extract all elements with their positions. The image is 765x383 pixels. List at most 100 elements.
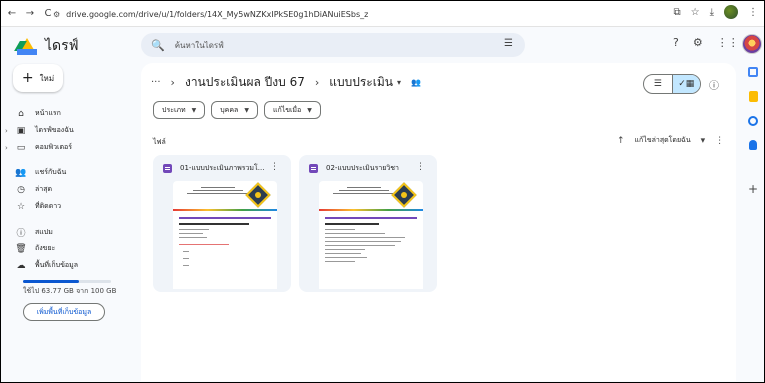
chip-label: บุคคล [220,105,239,114]
sidebar-item-spam[interactable]: ⓘ สแปม [15,226,125,239]
drive-window: ← → C ⚙ drive.google.com/drive/u/1/folde… [0,0,765,383]
search-box[interactable]: 🔍 ค้นหาในไดรฟ์ ☰ [141,33,525,57]
sidebar-item-shared[interactable]: 👥 แชร์กับฉัน [15,167,125,178]
add-addon-plus-icon[interactable]: + [748,182,758,196]
install-app-icon[interactable]: ⧉ [673,7,680,18]
browser-actions: ⧉ ☆ ⤓ ⋮ [673,5,758,19]
google-forms-icon [163,163,172,173]
site-settings-icon[interactable]: ⚙ [53,10,60,19]
grid-view-button[interactable]: ✓▦ [671,75,700,93]
browser-profile-avatar[interactable] [724,5,738,19]
star-icon: ☆ [16,201,26,212]
chevron-down-icon: ▼ [307,106,312,114]
files-section-label: ไฟล์ [153,138,166,146]
home-icon: ⌂ [18,108,24,119]
breadcrumb-more-button[interactable]: ··· [151,77,161,88]
calendar-icon[interactable] [748,67,758,77]
list-view-button[interactable]: ☰ [644,75,672,93]
file-more-options-icon[interactable]: ⋮ [416,162,425,172]
bookmark-star-icon[interactable]: ☆ [691,7,700,18]
shared-folder-icon: 👥 [410,78,421,87]
clock-icon: ◷ [17,184,25,195]
storage-usage-fill [23,280,80,283]
filter-type-chip[interactable]: ประเภท ▼ [153,101,206,119]
sidebar-item-label: แชร์กับฉัน [35,168,67,176]
chip-label: แก้ไขเมื่อ [272,105,302,114]
sort-direction-arrow-icon[interactable]: ↑ [617,136,625,146]
file-title: 02-แบบประเมินรายวิชา [326,163,399,172]
storage-usage-bar [23,280,111,283]
breadcrumb-parent-folder[interactable]: งานประเมินผล ปีงบ 67 [185,73,305,92]
download-icon[interactable]: ⤓ [710,7,714,18]
sidebar-item-label: พื้นที่เก็บข้อมูล [35,261,78,269]
header-actions: ? ⚙ ⋮⋮ [673,36,739,49]
account-avatar[interactable] [742,34,762,54]
settings-gear-icon[interactable]: ⚙ [693,36,703,49]
plus-icon: + [21,70,34,86]
sidebar-item-home[interactable]: ⌂ หน้าแรก [15,108,125,119]
drive-logo-area[interactable]: ไดรฟ์ [14,35,79,57]
file-thumbnail [319,181,423,289]
sidebar-item-starred[interactable]: ☆ ที่ติดดาว [15,201,125,212]
file-title: 01-แบบประเมินภาพรวมโ... [180,163,265,172]
sidebar-item-storage[interactable]: ☁ พื้นที่เก็บข้อมูล [15,260,125,271]
tasks-icon[interactable] [748,116,758,126]
file-thumbnail [173,181,277,289]
info-icon[interactable]: ⓘ [709,77,719,92]
search-input[interactable]: ค้นหาในไดรฟ์ [175,39,224,52]
sidebar-item-label: ล่าสุด [35,185,53,193]
chevron-down-icon: ▼ [191,106,197,114]
chevron-down-icon: ▼ [244,106,249,114]
back-icon[interactable]: ← [5,7,19,21]
google-forms-icon [309,163,318,173]
chevron-down-icon[interactable]: ▾ [397,78,401,87]
sidebar-item-label: หน้าแรก [35,109,61,117]
keep-icon[interactable] [748,91,758,102]
forward-icon[interactable]: → [23,7,37,21]
help-icon[interactable]: ? [673,36,679,49]
sidebar-item-my-drive[interactable]: › ▣ ไดรฟ์ของฉัน [5,125,125,136]
breadcrumb: ··· › งานประเมินผล ปีงบ 67 › แบบประเมิน … [151,73,421,92]
sidebar-item-label: ที่ติดดาว [35,202,62,210]
sidebar-item-label: สแปม [35,228,53,236]
expand-caret-icon[interactable]: › [5,127,8,135]
chip-label: ประเภท [162,105,186,114]
filter-people-chip[interactable]: บุคคล ▼ [211,101,258,119]
sort-by-dropdown[interactable]: แก้ไขล่าสุดโดยฉัน [635,135,691,146]
filter-chips: ประเภท ▼ บุคคล ▼ แก้ไขเมื่อ ▼ [153,101,321,119]
cloud-icon: ☁ [16,260,26,271]
contacts-icon[interactable] [749,140,757,150]
computer-icon: ▭ [16,142,26,153]
filter-modified-chip[interactable]: แก้ไขเมื่อ ▼ [263,101,321,119]
more-options-icon[interactable]: ⋮ [715,136,724,146]
file-card[interactable]: 02-แบบประเมินรายวิชา ⋮ [299,155,437,292]
file-card-header: 02-แบบประเมินรายวิชา ⋮ [309,161,429,175]
storage-usage-text: ใช้ไป 63.77 GB จาก 100 GB [23,287,117,295]
browser-menu-icon[interactable]: ⋮ [748,7,758,18]
breadcrumb-current-folder[interactable]: แบบประเมิน [329,73,393,92]
sidebar-item-label: ถังขยะ [35,244,56,252]
get-more-storage-button[interactable]: เพิ่มพื้นที่เก็บข้อมูล [23,303,105,321]
sidebar-item-recent[interactable]: ◷ ล่าสุด [15,184,125,195]
chevron-right-icon: › [314,76,320,89]
file-card[interactable]: 01-แบบประเมินภาพรวมโ... ⋮ [153,155,291,292]
new-button[interactable]: + ใหม่ [13,64,63,92]
search-icon[interactable]: 🔍 [151,39,165,52]
apps-grid-icon[interactable]: ⋮⋮ [717,36,739,49]
spam-icon: ⓘ [16,229,26,239]
sidebar-item-computers[interactable]: › ▭ คอมพิวเตอร์ [5,142,125,153]
main-content: ··· › งานประเมินผล ปีงบ 67 › แบบประเมิน … [141,63,736,381]
file-more-options-icon[interactable]: ⋮ [270,162,279,172]
search-options-icon[interactable]: ☰ [504,38,513,49]
new-button-label: ใหม่ [39,73,55,83]
url-text: drive.google.com/drive/u/1/folders/14X_M… [66,9,369,19]
file-card-header: 01-แบบประเมินภาพรวมโ... ⋮ [163,161,283,175]
side-panel-rail: + [743,67,763,196]
shared-people-icon: 👥 [15,167,27,178]
address-bar[interactable]: ⚙ drive.google.com/drive/u/1/folders/14X… [53,5,693,23]
drive-logo-icon [14,37,37,55]
chevron-down-icon[interactable]: ▾ [701,136,706,146]
sidebar-item-trash[interactable]: 🗑 ถังขยะ [15,243,125,254]
trash-icon: 🗑 [15,243,27,254]
expand-caret-icon[interactable]: › [5,144,8,152]
